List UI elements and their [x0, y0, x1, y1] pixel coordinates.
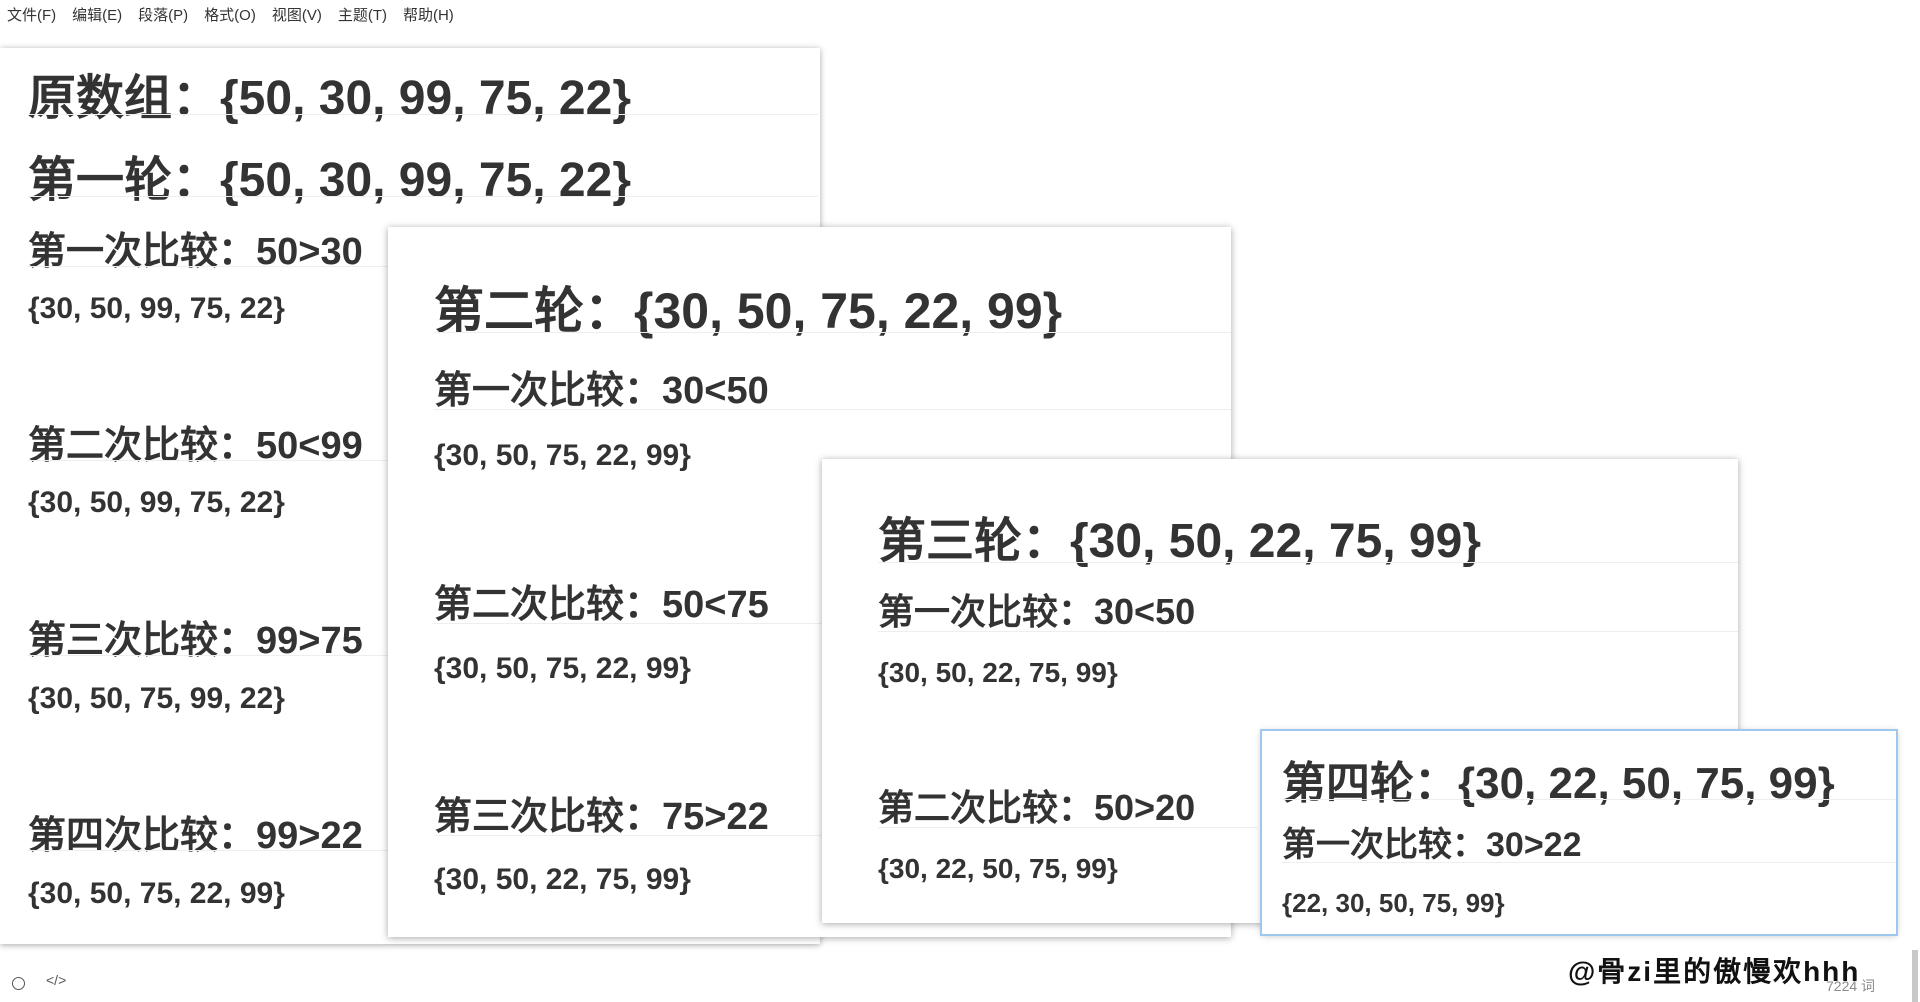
menu-edit[interactable]: 编辑(E) — [72, 4, 122, 25]
heading-divider — [878, 631, 1738, 632]
round4-compare-1: 第一次比较：30>22 — [1282, 826, 1582, 864]
sidebar-toggle-icon[interactable] — [12, 977, 25, 990]
round3-result-2: {30, 22, 50, 75, 99} — [878, 853, 1118, 884]
round2-compare-2: 第二次比较：50<75 — [434, 584, 769, 626]
heading-divider — [28, 196, 818, 197]
round3-result-1: {30, 50, 22, 75, 99} — [878, 657, 1118, 688]
round1-result-4: {30, 50, 75, 22, 99} — [28, 877, 285, 910]
heading-round-4: 第四轮：{30, 22, 50, 75, 99} — [1282, 759, 1835, 808]
menu-format[interactable]: 格式(O) — [204, 4, 256, 25]
heading-round-1: 第一轮：{50, 30, 99, 75, 22} — [28, 154, 632, 207]
heading-divider — [878, 562, 1738, 563]
round1-result-2: {30, 50, 99, 75, 22} — [28, 486, 285, 519]
heading-divider — [1282, 862, 1896, 863]
menu-bar: 文件(F) 编辑(E) 段落(P) 格式(O) 视图(V) 主题(T) 帮助(H… — [0, 0, 1920, 28]
scrollbar[interactable] — [1912, 950, 1918, 1002]
round1-result-1: {30, 50, 99, 75, 22} — [28, 292, 285, 325]
heading-divider — [434, 623, 834, 624]
round3-compare-2: 第二次比较：50>20 — [878, 787, 1196, 828]
heading-divider — [28, 460, 388, 461]
heading-divider — [28, 266, 388, 267]
heading-divider — [28, 655, 388, 656]
heading-divider — [434, 409, 1231, 410]
round2-result-2: {30, 50, 75, 22, 99} — [434, 652, 691, 685]
round2-result-3: {30, 50, 22, 75, 99} — [434, 863, 691, 896]
round2-compare-3: 第三次比较：75>22 — [434, 796, 769, 838]
menu-file[interactable]: 文件(F) — [7, 4, 56, 25]
round3-compare-1: 第一次比较：30<50 — [878, 591, 1196, 632]
heading-divider — [434, 332, 1231, 333]
round2-result-1: {30, 50, 75, 22, 99} — [434, 439, 691, 472]
round-4-screenshot: 第四轮：{30, 22, 50, 75, 99} 第一次比较：30>22 {22… — [1262, 731, 1896, 934]
menu-theme[interactable]: 主题(T) — [338, 4, 387, 25]
round1-result-3: {30, 50, 75, 99, 22} — [28, 682, 285, 715]
heading-divider — [28, 114, 818, 115]
menu-view[interactable]: 视图(V) — [272, 4, 322, 25]
watermark: @骨zi里的傲慢欢hhh — [1568, 956, 1861, 987]
heading-divider — [28, 850, 388, 851]
heading-divider — [878, 827, 1258, 828]
source-code-icon[interactable]: </> — [46, 972, 66, 988]
heading-divider — [434, 835, 834, 836]
heading-round-3: 第三轮：{30, 50, 22, 75, 99} — [878, 515, 1482, 568]
heading-original-array: 原数组：{50, 30, 99, 75, 22} — [28, 72, 632, 125]
heading-divider — [1282, 799, 1896, 800]
round2-compare-1: 第一次比较：30<50 — [434, 370, 769, 412]
round4-result-1: {22, 30, 50, 75, 99} — [1282, 888, 1505, 918]
menu-paragraph[interactable]: 段落(P) — [138, 4, 188, 25]
menu-help[interactable]: 帮助(H) — [403, 4, 454, 25]
